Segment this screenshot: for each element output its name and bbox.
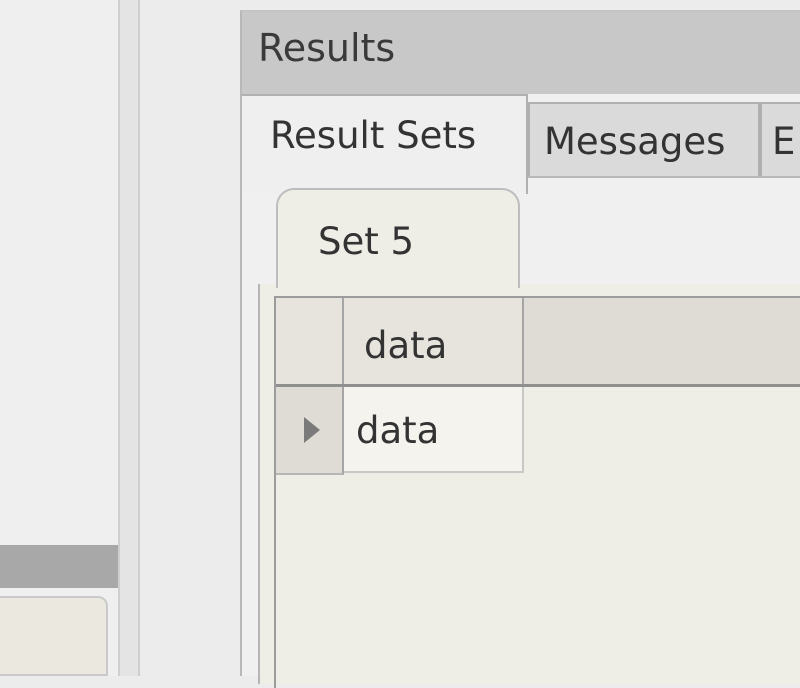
tab-messages[interactable]: Messages bbox=[528, 102, 760, 178]
tab-set-5[interactable]: Set 5 bbox=[276, 188, 520, 288]
grid-header-row: data bbox=[276, 298, 800, 387]
column-header-data[interactable]: data bbox=[344, 298, 524, 384]
left-scrollbar[interactable] bbox=[0, 545, 118, 588]
grid-corner-cell[interactable] bbox=[276, 298, 344, 384]
results-header: Results bbox=[242, 12, 800, 94]
result-grid-area: data data bbox=[258, 284, 800, 688]
triangle-right-icon bbox=[304, 417, 320, 443]
result-grid: data data bbox=[274, 296, 800, 688]
results-panel: Results Result Sets Messages E Set 5 dat… bbox=[240, 10, 800, 688]
left-pane bbox=[0, 0, 120, 676]
splitter[interactable] bbox=[120, 0, 140, 676]
tab-result-sets[interactable]: Result Sets bbox=[242, 94, 528, 194]
table-cell[interactable]: data bbox=[344, 387, 524, 473]
results-title: Results bbox=[258, 26, 396, 70]
tab-third[interactable]: E bbox=[760, 102, 800, 178]
left-bottom-tab[interactable] bbox=[0, 596, 108, 676]
row-header[interactable] bbox=[276, 387, 344, 475]
tab-strip-divider bbox=[528, 176, 800, 178]
